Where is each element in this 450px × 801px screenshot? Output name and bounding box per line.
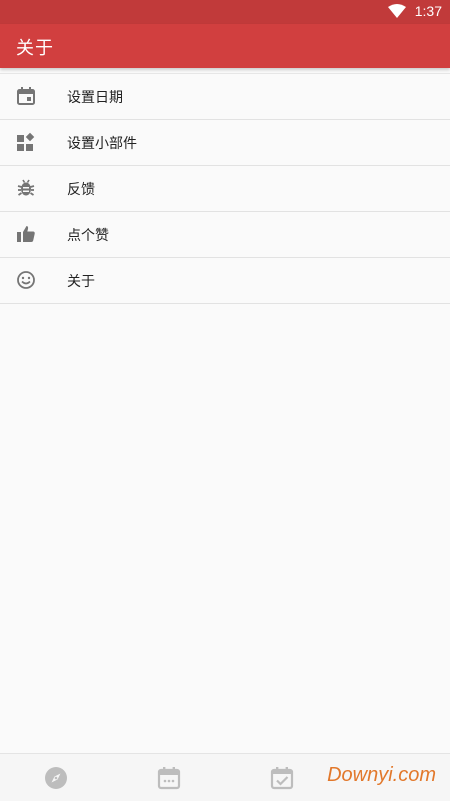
smiley-icon [17, 271, 35, 289]
menu-item-about[interactable]: 关于 [0, 258, 450, 304]
status-time: 1:37 [414, 3, 442, 19]
page-title: 关于 [16, 38, 54, 59]
menu-item-like[interactable]: 点个赞 [0, 212, 450, 258]
menu-item-feedback[interactable]: 反馈 [0, 166, 450, 212]
widgets-icon [17, 132, 35, 151]
calendar-icon[interactable] [157, 766, 181, 790]
checkbox-calendar-icon[interactable] [270, 766, 294, 790]
bug-icon [17, 179, 35, 196]
bottom-nav: Downyi.com [0, 753, 450, 801]
menu-item-set-date[interactable]: 设置日期 [0, 74, 450, 120]
menu-item-set-widget[interactable]: 设置小部件 [0, 120, 450, 166]
watermark: Downyi.com [327, 764, 436, 786]
settings-menu: 设置日期 设置小部件 反馈 点个赞 关于 [0, 73, 450, 304]
menu-item-label: 反馈 [67, 182, 95, 198]
menu-item-label: 关于 [67, 274, 95, 290]
thumb-up-icon [17, 226, 35, 242]
wifi-icon [388, 4, 406, 18]
status-bar: 1:37 [0, 0, 450, 24]
app-bar: 关于 [0, 24, 450, 68]
calendar-event-icon [17, 87, 35, 105]
menu-item-label: 设置小部件 [67, 136, 137, 152]
menu-item-label: 点个赞 [67, 228, 109, 244]
compass-icon[interactable] [44, 766, 68, 790]
menu-item-label: 设置日期 [67, 90, 123, 106]
